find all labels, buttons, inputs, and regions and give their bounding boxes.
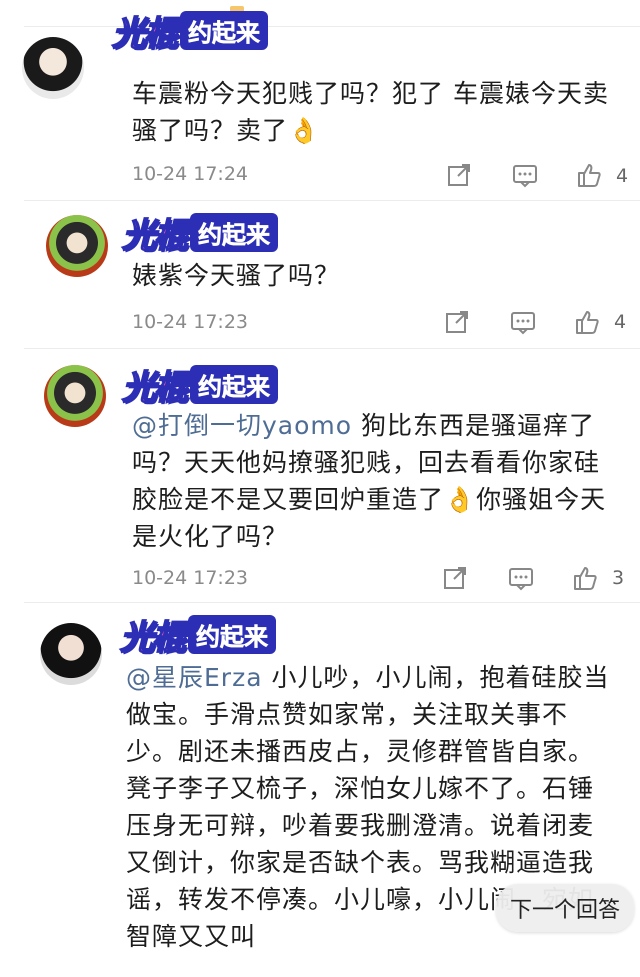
comment-icon[interactable] <box>508 565 534 591</box>
comment-time: 10-24 17:24 <box>132 163 249 185</box>
like-icon[interactable] <box>572 565 598 591</box>
mention-link[interactable]: @星辰Erza <box>126 663 263 692</box>
comment-time: 10-24 17:23 <box>132 567 249 589</box>
share-icon[interactable] <box>442 565 468 591</box>
comment-text: @打倒一切yaomo 狗比东西是骚逼痒了吗？天天他妈撩骚犯贱，回去看看你家硅胶脸… <box>132 407 616 555</box>
like-icon[interactable] <box>576 162 602 188</box>
avatar[interactable] <box>22 37 84 99</box>
comment-body: 车震粉今天犯贱了吗？犯了 车震婊今天卖骚了吗？卖了 <box>132 79 609 145</box>
like-count: 4 <box>614 311 627 333</box>
watermark-part-b: 约起来 <box>190 212 278 252</box>
comment-card: 光棍 约起来 车震粉今天犯贱了吗？犯了 车震婊今天卖骚了吗？卖了👌 10-24 … <box>22 10 640 201</box>
like-count: 4 <box>616 165 629 187</box>
like-count: 3 <box>612 567 625 589</box>
like-icon[interactable] <box>574 309 600 335</box>
comment-text: 婊紫今天骚了吗？ <box>132 261 341 290</box>
comment-card: 光棍 约起来 @打倒一切yaomo 狗比东西是骚逼痒了吗？天天他妈撩骚犯贱，回去… <box>24 348 640 603</box>
emoji: 👌 <box>444 485 477 514</box>
avatar[interactable] <box>40 623 102 685</box>
comment-card: 光棍 约起来 婊紫今天骚了吗？ 10-24 17:23 4 <box>24 200 640 349</box>
watermark-part-a: 光棍 <box>119 617 187 659</box>
share-icon[interactable] <box>444 309 470 335</box>
watermark-part-a: 光棍 <box>111 13 179 55</box>
top-bar <box>0 0 640 24</box>
next-answer-button[interactable]: 下一个回答 <box>495 884 634 932</box>
avatar[interactable] <box>44 365 106 427</box>
watermark-part-b: 约起来 <box>190 364 278 404</box>
share-icon[interactable] <box>446 162 472 188</box>
watermark-part-b: 约起来 <box>188 614 276 654</box>
comment-text: 车震粉今天犯贱了吗？犯了 车震婊今天卖骚了吗？卖了👌 <box>132 75 616 149</box>
comment-icon[interactable] <box>512 162 538 188</box>
watermark-part-a: 光棍 <box>121 215 189 257</box>
mention-link[interactable]: @打倒一切yaomo <box>132 411 352 440</box>
avatar[interactable] <box>46 215 108 277</box>
watermark: 光棍 约起来 <box>111 5 268 55</box>
comment-icon[interactable] <box>510 309 536 335</box>
comment-time: 10-24 17:23 <box>132 311 249 333</box>
watermark: 光棍 约起来 <box>119 609 276 659</box>
watermark-part-b: 约起来 <box>180 10 268 50</box>
watermark: 光棍 约起来 <box>121 207 278 257</box>
watermark: 光棍 约起来 <box>121 359 278 409</box>
watermark-part-a: 光棍 <box>121 367 189 409</box>
emoji: 👌 <box>288 116 321 145</box>
